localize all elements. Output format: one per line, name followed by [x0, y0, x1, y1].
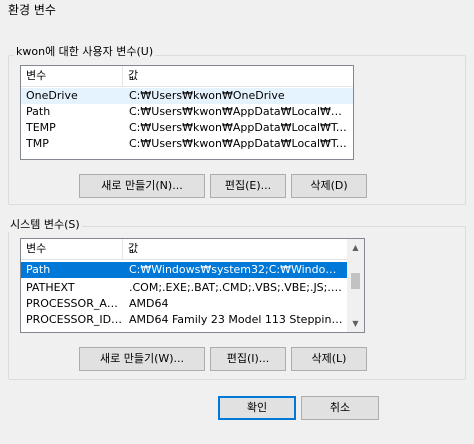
variable-name: PROCESSOR_IDEN... [26, 313, 124, 326]
variable-name: PROCESSOR_ARC... [26, 297, 124, 310]
table-row[interactable]: PROCESSOR_IDEN... AMD64 Family 23 Model … [21, 312, 347, 328]
variable-value: C:₩Windows₩system32;C:₩Windows;C:₩... [129, 263, 345, 276]
variable-name: PATHEXT [26, 281, 75, 294]
column-header-variable[interactable]: 변수 [21, 239, 126, 259]
variable-value: C:₩Users₩kwon₩OneDrive [129, 89, 285, 102]
variable-name: Path [26, 263, 51, 276]
table-row[interactable]: Path C:₩Users₩kwon₩AppData₩Local₩Microso… [21, 104, 353, 120]
user-edit-button[interactable]: 편집(E)... [210, 174, 286, 198]
table-row[interactable]: OneDrive C:₩Users₩kwon₩OneDrive [21, 88, 353, 104]
variable-name: Path [26, 105, 51, 118]
system-delete-button[interactable]: 삭제(L) [291, 347, 367, 371]
variable-value: .COM;.EXE;.BAT;.CMD;.VBS;.VBE;.JS;.JSE;.… [129, 281, 345, 294]
column-header-value[interactable]: 값 [123, 66, 353, 86]
system-new-button[interactable]: 새로 만들기(W)... [79, 347, 205, 371]
table-row[interactable]: TMP C:₩Users₩kwon₩AppData₩Local₩Temp [21, 136, 353, 152]
user-variables-list[interactable]: 변수 값 OneDrive C:₩Users₩kwon₩OneDrive Pat… [20, 65, 354, 160]
column-header-variable[interactable]: 변수 [21, 66, 126, 86]
user-variables-label: kwon에 대한 사용자 변수(U) [14, 45, 156, 59]
scroll-down-arrow-icon[interactable]: ▼ [347, 315, 364, 332]
list-header: 변수 값 [21, 66, 353, 87]
table-row[interactable]: PROCESSOR_ARC... AMD64 [21, 296, 347, 312]
scrollbar-thumb[interactable] [351, 273, 360, 289]
vertical-scrollbar[interactable]: ▲ ▼ [347, 239, 364, 332]
table-row-selected[interactable]: Path C:₩Windows₩system32;C:₩Windows;C:₩.… [21, 262, 347, 278]
scroll-up-arrow-icon[interactable]: ▲ [347, 239, 364, 256]
variable-value: C:₩Users₩kwon₩AppData₩Local₩Temp [129, 121, 351, 134]
variable-value: AMD64 [129, 297, 169, 310]
system-edit-button[interactable]: 편집(I)... [210, 347, 286, 371]
ok-button[interactable]: 확인 [218, 396, 296, 420]
variable-name: OneDrive [26, 89, 78, 102]
cancel-button[interactable]: 취소 [301, 396, 379, 420]
user-delete-button[interactable]: 삭제(D) [291, 174, 367, 198]
variable-value: AMD64 Family 23 Model 113 Stepping 0, ..… [129, 313, 345, 326]
table-row[interactable]: PATHEXT .COM;.EXE;.BAT;.CMD;.VBS;.VBE;.J… [21, 280, 347, 296]
window-title: 환경 변수 [8, 3, 56, 17]
system-variables-list[interactable]: 변수 값 Path C:₩Windows₩system32;C:₩Windows… [20, 238, 365, 333]
list-header: 변수 값 [21, 239, 347, 260]
variable-name: TMP [26, 137, 49, 150]
variable-name: TEMP [26, 121, 56, 134]
variable-value: C:₩Users₩kwon₩AppData₩Local₩Microso... [129, 105, 351, 118]
user-new-button[interactable]: 새로 만들기(N)... [79, 174, 205, 198]
system-variables-label: 시스템 변수(S) [8, 218, 82, 232]
variable-value: C:₩Users₩kwon₩AppData₩Local₩Temp [129, 137, 351, 150]
table-row[interactable]: TEMP C:₩Users₩kwon₩AppData₩Local₩Temp [21, 120, 353, 136]
column-header-value[interactable]: 값 [123, 239, 348, 259]
